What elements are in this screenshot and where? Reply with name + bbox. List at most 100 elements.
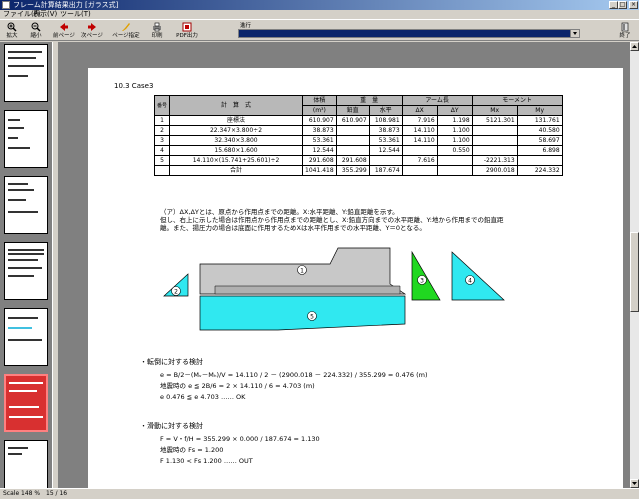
shape-label-2: 2 [171,286,181,296]
cell-horizontal: 187.674 [368,165,403,176]
panel-splitter[interactable] [52,42,59,488]
overturning-line: 地震時の e ≦ 2B/6 = 2 × 14.110 / 6 = 4.703 (… [160,382,315,390]
cell-horizontal [368,155,403,166]
calculation-table: 番号 計 算 式 体積 重 量 アーム長 モーメント (m³) 鉛直 水平 ΔX… [153,95,563,176]
overturning-line: e 0.476 ≦ e 4.703 …… OK [160,393,246,401]
prev-page-label: 前ページ [53,33,75,39]
shape-label-4: 4 [465,275,475,285]
next-page-button[interactable]: 次ページ [79,21,105,40]
next-page-icon [88,23,96,31]
close-button[interactable]: × [629,1,638,9]
table-row: 1 座標法 610.907 610.907 108.981 7.916 1.19… [153,115,563,126]
col-header-horizontal: 水平 [368,105,403,116]
col-header-vertical: 鉛直 [335,105,370,116]
cell-formula: 15.680×1.600 [169,145,304,156]
title-bar: フレーム計算結果出力 [ガラス式] _ □ × [0,0,639,10]
cell-formula: 14.110×(15.741+25.601)÷2 [169,155,304,166]
prev-page-icon [60,23,68,31]
col-header-my: My [516,105,563,116]
next-page-label: 次ページ [81,33,103,39]
overturning-line: e = B/2－(Mᵥ－Mₕ)/V = 14.110 / 2 － (2900.0… [160,371,428,379]
cell-my: 131.761 [516,115,563,126]
cell-formula: 22.347×3.800÷2 [169,125,304,136]
print-button[interactable]: 印刷 [147,21,167,40]
cell-dx: 14.110 [401,125,438,136]
arrow-down-icon [632,482,637,485]
zoom-in-icon [7,22,17,32]
page-counter: 15 / 16 [46,490,68,497]
cell-dx [401,145,438,156]
table-row: 5 14.110×(15.741+25.601)÷2 291.608 291.6… [153,155,563,166]
sliding-line: F 1.130 < Fs 1.200 …… OUT [160,457,253,465]
page-thumbnail[interactable] [4,440,48,488]
menu-view[interactable]: 表示(V) [33,10,57,19]
svg-text:3: 3 [420,278,424,285]
shape-label-3: 3 [417,275,427,285]
print-label: 印刷 [151,33,163,39]
page-thumbnail[interactable] [4,308,48,366]
shape-label-5: 5 [307,311,317,321]
page-thumbnail[interactable] [4,176,48,234]
cell-mx [471,135,518,146]
maximize-button[interactable]: □ [618,1,627,9]
page-thumbnail[interactable] [4,110,48,168]
thumbnail-panel[interactable] [0,42,52,488]
cell-vertical: 291.608 [335,155,370,166]
app-icon [2,1,10,9]
vertical-scrollbar[interactable] [630,42,639,488]
zoom-in-button[interactable]: 拡大 [3,21,21,40]
page-jump-button[interactable]: ページ指定 [110,21,142,40]
cell-dy: 1.100 [436,125,473,136]
scroll-down-button[interactable] [630,479,639,488]
zoom-scale-readout: Scale 148 % [3,490,41,497]
overturning-title: ・転倒に対する検討 [140,358,203,366]
progress-dropdown-button[interactable] [570,29,580,38]
cell-volume: 12.544 [302,145,337,156]
cell-dy: 1.198 [436,115,473,126]
shape-4-base [214,285,401,295]
window-title: フレーム計算結果出力 [ガラス式] [13,1,119,9]
menu-tools[interactable]: ツール(T) [60,10,91,19]
minimize-button[interactable]: _ [609,1,618,9]
cell-dx: 7.616 [401,155,438,166]
zoom-in-label: 拡大 [6,33,18,39]
cell-horizontal: 108.981 [368,115,403,126]
note-line: （ア）ΔX,ΔYとは、原点から作用点までの距離。X:水平距離、Y:鉛直距離を示す… [160,208,399,216]
page-thumbnail[interactable] [4,44,48,102]
page-jump-icon [122,23,130,31]
col-header-weight: 重 量 [335,95,403,106]
document-viewer[interactable]: 10.3 Case3 番号 計 算 式 体積 重 量 アーム長 モーメント (m… [59,42,630,488]
cell-volume: 1041.418 [302,165,337,176]
cell-horizontal: 38.873 [368,125,403,136]
table-row: 4 15.680×1.600 12.544 12.544 0.550 6.898 [153,145,563,156]
cell-formula: 合計 [169,165,304,176]
cell-dx: 7.916 [401,115,438,126]
exit-button[interactable]: 終了 [614,21,636,40]
svg-text:2: 2 [174,289,178,296]
cell-mx: -2221.313 [471,155,518,166]
cell-dy: 0.550 [436,145,473,156]
col-header-formula: 計 算 式 [169,95,304,116]
cell-vertical: 610.907 [335,115,370,126]
col-header-moment: モーメント [471,95,563,106]
cell-my [516,155,563,166]
prev-page-button[interactable]: 前ページ [51,21,77,40]
cell-vertical [335,145,370,156]
scroll-thumb[interactable] [630,232,639,312]
zoom-out-button[interactable]: 縮小 [27,21,45,40]
chevron-down-icon [573,32,577,35]
shape-right-triangle [451,251,505,301]
cell-my: 40.580 [516,125,563,136]
cell-vertical: 355.299 [335,165,370,176]
pdf-output-button[interactable]: PDF出力 [174,21,200,40]
cell-my: 58.697 [516,135,563,146]
cell-mx [471,145,518,156]
print-icon [153,22,161,32]
page-thumbnail-selected[interactable] [4,374,48,432]
scroll-up-button[interactable] [630,42,639,51]
col-header-dy: ΔY [436,105,473,116]
pdf-icon [182,22,192,32]
page-thumbnail[interactable] [4,242,48,300]
cell-no: 2 [153,125,171,136]
exit-icon [621,22,629,32]
